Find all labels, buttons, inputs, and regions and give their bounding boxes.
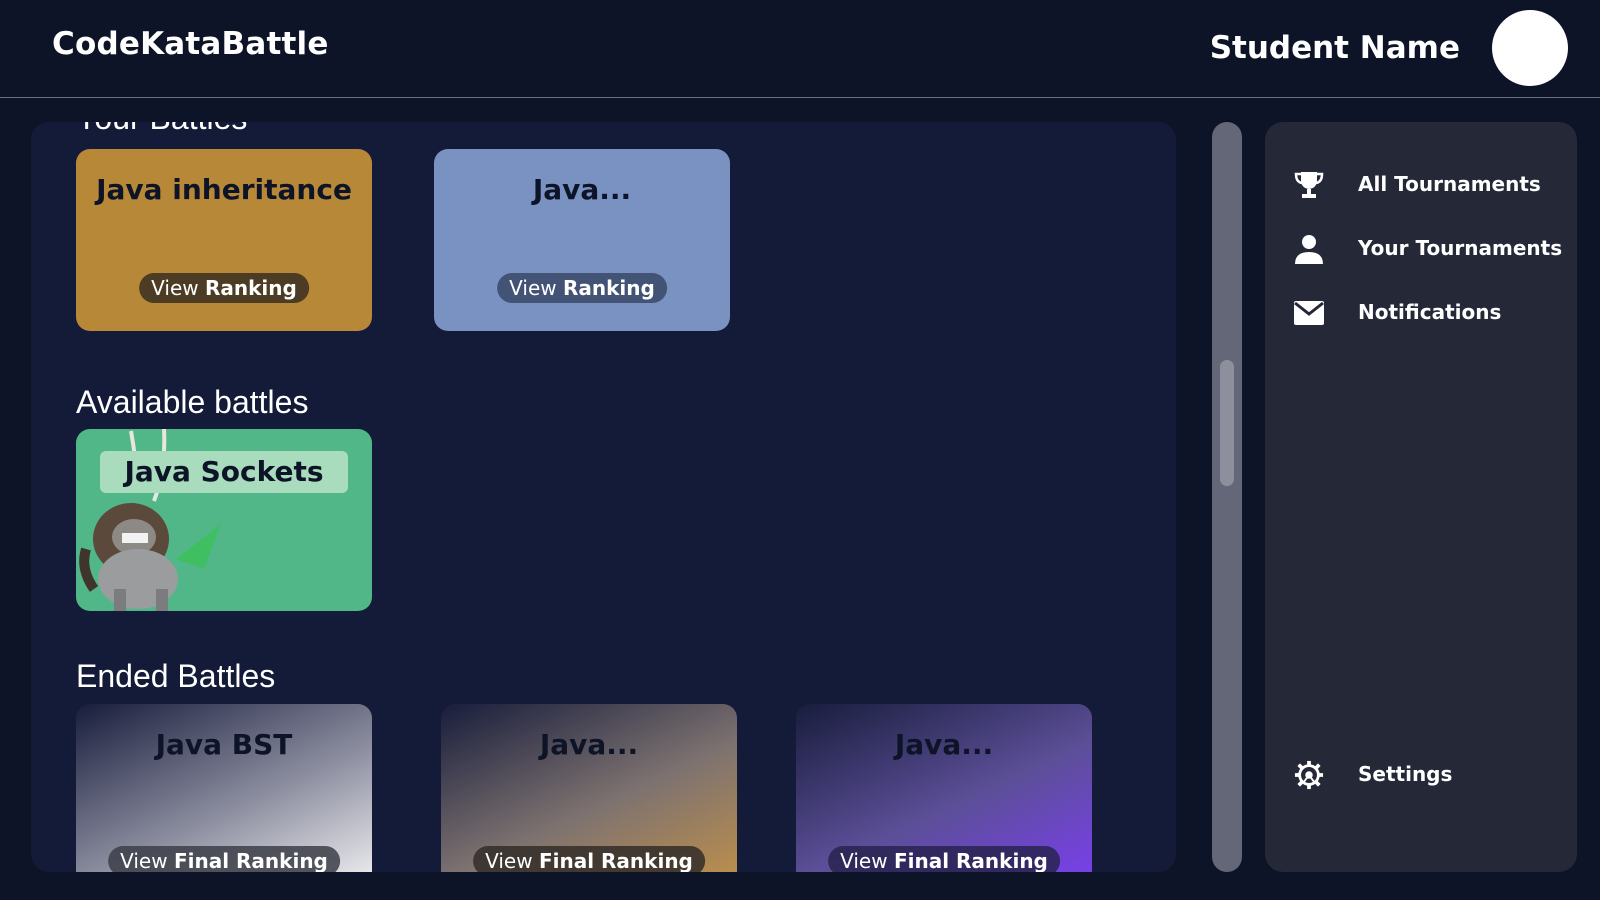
top-bar: CodeKataBattle Student Name: [0, 0, 1600, 98]
pill-strong: Final Ranking: [173, 849, 328, 872]
sidebar-item-label: Settings: [1358, 762, 1453, 786]
section-title-available: Available battles: [76, 384, 309, 420]
battle-title: Java BST: [155, 728, 293, 761]
battle-card[interactable]: Java... View Ranking: [434, 149, 730, 331]
battles-panel: Your Battles Java inheritance View Ranki…: [31, 122, 1176, 872]
sidebar-item-all-tournaments[interactable]: All Tournaments: [1265, 162, 1577, 206]
view-final-ranking-button[interactable]: View Final Ranking: [473, 846, 705, 872]
sidebar-item-notifications[interactable]: Notifications: [1265, 290, 1577, 334]
section-title-your-battles: Your Battles: [76, 122, 247, 137]
view-final-ranking-button[interactable]: View Final Ranking: [108, 846, 340, 872]
battle-card[interactable]: Java inheritance View Ranking: [76, 149, 372, 331]
app-window: CodeKataBattle Student Name Your Battles…: [0, 0, 1600, 900]
scrollbar[interactable]: [1212, 122, 1242, 872]
battle-title: Java...: [539, 728, 639, 761]
view-ranking-button[interactable]: View Ranking: [139, 273, 309, 303]
pill-strong: Ranking: [204, 276, 297, 300]
sidebar-item-settings[interactable]: Settings: [1265, 752, 1577, 796]
gear-icon: [1294, 760, 1324, 790]
sidebar-item-label: All Tournaments: [1358, 172, 1541, 196]
mail-icon: [1294, 301, 1324, 325]
battle-title: Java Sockets: [124, 455, 324, 488]
person-icon: [1295, 235, 1323, 264]
pill-prefix: View: [485, 849, 533, 872]
view-final-ranking-button[interactable]: View Final Ranking: [828, 846, 1060, 872]
battle-card[interactable]: Java... View Final Ranking: [796, 704, 1092, 872]
student-name: Student Name: [1209, 30, 1460, 66]
avatar[interactable]: [1492, 10, 1568, 86]
battle-card[interactable]: Java Sockets: [76, 429, 372, 611]
sidebar: All Tournaments Your Tournaments Notific…: [1265, 122, 1577, 872]
battle-card[interactable]: Java... View Final Ranking: [441, 704, 737, 872]
section-title-ended: Ended Battles: [76, 658, 276, 694]
pill-prefix: View: [151, 276, 199, 300]
pill-prefix: View: [840, 849, 888, 872]
pill-prefix: View: [120, 849, 168, 872]
pill-strong: Final Ranking: [893, 849, 1048, 872]
battle-title: Java...: [894, 728, 994, 761]
pill-prefix: View: [509, 276, 557, 300]
battle-title: Java...: [532, 173, 632, 206]
view-ranking-button[interactable]: View Ranking: [497, 273, 667, 303]
sidebar-item-label: Notifications: [1358, 300, 1502, 324]
battle-card[interactable]: Java BST View Final Ranking: [76, 704, 372, 872]
sidebar-item-label: Your Tournaments: [1358, 236, 1563, 260]
scrollbar-thumb[interactable]: [1220, 360, 1234, 486]
trophy-icon: [1294, 172, 1324, 198]
sidebar-item-your-tournaments[interactable]: Your Tournaments: [1265, 226, 1577, 270]
battle-title: Java inheritance: [96, 173, 352, 206]
brand-title[interactable]: CodeKataBattle: [52, 26, 329, 62]
pill-strong: Ranking: [562, 276, 655, 300]
pill-strong: Final Ranking: [538, 849, 693, 872]
